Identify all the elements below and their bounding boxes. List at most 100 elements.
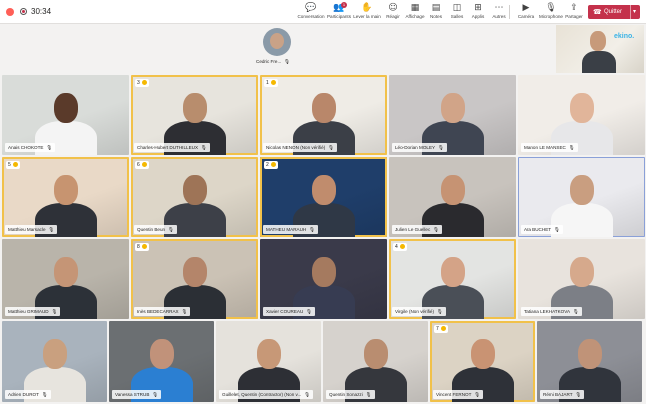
participant-name: Aïa BUCHET 🎙 xyxy=(521,225,563,234)
self-view-video[interactable]: ekino. xyxy=(556,25,644,73)
participant-name: Virgile (Non vérifié) 🎙 xyxy=(392,307,446,316)
toolbar-button-participants[interactable]: 👥 Participants 1 xyxy=(324,2,354,23)
participant-head xyxy=(440,256,465,287)
participant-name-text: Matthieu Marsacle xyxy=(8,227,46,232)
raise-hand-icon xyxy=(141,161,147,167)
participant-name: Anais CHOKOTE 🎙 xyxy=(5,143,56,152)
close-window-icon[interactable] xyxy=(6,8,14,16)
hand-order: 2 xyxy=(266,162,269,168)
microphone-icon: 🎙 xyxy=(304,393,311,398)
notification-badge: 1 xyxy=(341,2,347,8)
meeting-toolbar: 30:34 💬 Conversation 👥 Participants 1 ✋ Lever … xyxy=(0,0,646,24)
hand-order: 7 xyxy=(436,326,439,332)
participant-tile[interactable]: 5 Matthieu Marsacle 🎙 xyxy=(2,157,129,237)
participant-tile[interactable]: 1 Nicolas NENON (Non vérifié) 🎙 xyxy=(260,75,387,155)
raised-hand-badge: 1 xyxy=(264,79,278,87)
participant-name: Quentin Sonazzi 🎙 xyxy=(326,390,375,399)
participant-tile[interactable]: 7 Vincent FERNOT 🎙 xyxy=(430,321,535,402)
hand-order: 4 xyxy=(395,244,398,250)
participant-head xyxy=(42,338,67,369)
hand-order: 6 xyxy=(137,162,140,168)
participant-name: Vanessa STRUB 🎙 xyxy=(112,390,162,399)
participant-head xyxy=(569,92,594,123)
hang-up-icon: ☎ xyxy=(593,8,602,16)
participant-name: Tatiana LEKHATKOVA 🎙 xyxy=(521,307,582,316)
hand-order: 3 xyxy=(137,80,140,86)
participant-name-text: Adrien DUROT xyxy=(8,392,39,397)
avatar xyxy=(263,28,291,56)
toolbar-button-chat[interactable]: 💬 Conversation xyxy=(296,3,326,23)
participant-head xyxy=(182,256,207,287)
raised-hand-badge: 8 xyxy=(135,243,149,251)
self-view-sign: ekino. xyxy=(614,33,635,40)
participant-name-text: Matthieu GRIMAUD xyxy=(8,309,49,314)
participant-head xyxy=(363,338,388,369)
microphone-icon: 🎙 xyxy=(309,228,316,233)
raise-hand-icon xyxy=(141,79,147,85)
participant-tile[interactable]: 3 Charles-Hubert DUTHILLEUX 🎙 xyxy=(131,75,258,155)
raise-hand-icon xyxy=(399,243,405,249)
participant-tile[interactable]: Léo-Dorian MOLEY 🎙 xyxy=(389,75,516,155)
participant-tile[interactable]: Anais CHOKOTE 🎙 xyxy=(2,75,129,155)
participant-tile[interactable]: 2 MATHEU MARAUH 🎙 xyxy=(260,157,387,237)
raise-hand-icon xyxy=(270,79,276,85)
participant-tile[interactable]: 4 Virgile (Non vérifié) 🎙 xyxy=(389,239,516,319)
participant-name: Julien Le Guellec 🎙 xyxy=(392,225,443,234)
microphone-icon: 🎙 xyxy=(328,146,335,151)
microphone-icon: 🎙 xyxy=(306,310,313,315)
participant-name: Léo-Dorian MOLEY 🎙 xyxy=(392,143,447,152)
microphone-icon: 🎙 xyxy=(433,228,440,233)
participant-head xyxy=(53,174,78,205)
participant-name: Adrien DUROT 🎙 xyxy=(5,390,51,399)
participant-head xyxy=(182,174,207,205)
toolbar-button-share[interactable]: ⇪ Partager xyxy=(559,3,589,23)
chevron-down-icon[interactable]: ▾ xyxy=(630,5,636,19)
participant-name-text: Aïa BUCHET xyxy=(524,227,552,232)
participant-tile[interactable]: Adrien DUROT 🎙 xyxy=(2,321,107,402)
participant-tile[interactable]: Manon LE MANSEC 🎙 xyxy=(518,75,645,155)
leave-button[interactable]: ☎ Quitter ▾ xyxy=(588,5,640,19)
microphone-icon: 🎙 xyxy=(51,310,58,315)
participant-tile[interactable]: 6 Quentin Beun 🎙 xyxy=(131,157,258,237)
participant-tile[interactable]: Tatiana LEKHATKOVA 🎙 xyxy=(518,239,645,319)
participant-name-text: Rémi BAJART xyxy=(543,392,573,397)
participant-name-text: Xavier COUREAU xyxy=(266,309,304,314)
raised-hand-badge: 4 xyxy=(393,243,407,251)
participant-name: Guillelet, Quentin (Contractor) (Non v..… xyxy=(219,390,314,399)
participant-tile[interactable]: Rémi BAJART 🎙 xyxy=(537,321,642,402)
microphone-icon: 🎙 xyxy=(573,310,579,315)
participant-head xyxy=(440,92,465,123)
leave-label: Quitter xyxy=(604,9,623,15)
microphone-icon: 🎙 xyxy=(436,310,443,315)
microphone-icon: 🎙 xyxy=(41,393,48,398)
featured-participant[interactable]: Cedric Fre... 🎙 xyxy=(256,28,298,68)
participant-name-text: Julien Le Guellec xyxy=(395,227,431,232)
participant-head xyxy=(311,92,336,123)
self-body xyxy=(582,51,616,73)
microphone-icon: 🎙 xyxy=(284,59,291,64)
raised-hand-badge: 5 xyxy=(6,161,20,169)
participant-tile[interactable]: 8 Inès BEDECARRAX 🎙 xyxy=(131,239,258,319)
raised-hand-badge: 7 xyxy=(434,325,448,333)
hand-order: 5 xyxy=(8,162,11,168)
microphone-icon: 🎙 xyxy=(575,393,582,398)
participant-tile[interactable]: Matthieu GRIMAUD 🎙 xyxy=(2,239,129,319)
participant-tile[interactable]: Aïa BUCHET 🎙 xyxy=(518,157,645,237)
participant-name: Charles-Hubert DUTHILLEUX 🎙 xyxy=(134,143,210,152)
participant-tile[interactable]: Vanessa STRUB 🎙 xyxy=(109,321,214,402)
participant-tile[interactable]: Guillelet, Quentin (Contractor) (Non v..… xyxy=(216,321,321,402)
participant-name-text: Manon LE MANSEC xyxy=(524,145,566,150)
microphone-icon: 🎙 xyxy=(438,146,444,151)
participant-name: Matthieu Marsacle 🎙 xyxy=(5,225,58,234)
participant-tile[interactable]: Julien Le Guellec 🎙 xyxy=(389,157,516,237)
raised-hand-badge: 2 xyxy=(264,161,278,169)
participant-tile[interactable]: Quentin Sonazzi 🎙 xyxy=(323,321,428,402)
participant-name: Inès BEDECARRAX 🎙 xyxy=(134,307,191,316)
featured-name: Cedric Fre... 🎙 xyxy=(256,59,291,64)
participant-tile[interactable]: Xavier COUREAU 🎙 xyxy=(260,239,387,319)
participant-head xyxy=(311,256,336,287)
participant-name: Matthieu GRIMAUD 🎙 xyxy=(5,307,61,316)
raised-hand-badge: 3 xyxy=(135,79,149,87)
raise-hand-icon xyxy=(12,161,18,167)
participant-name-text: Vincent FERNOT xyxy=(436,392,472,397)
